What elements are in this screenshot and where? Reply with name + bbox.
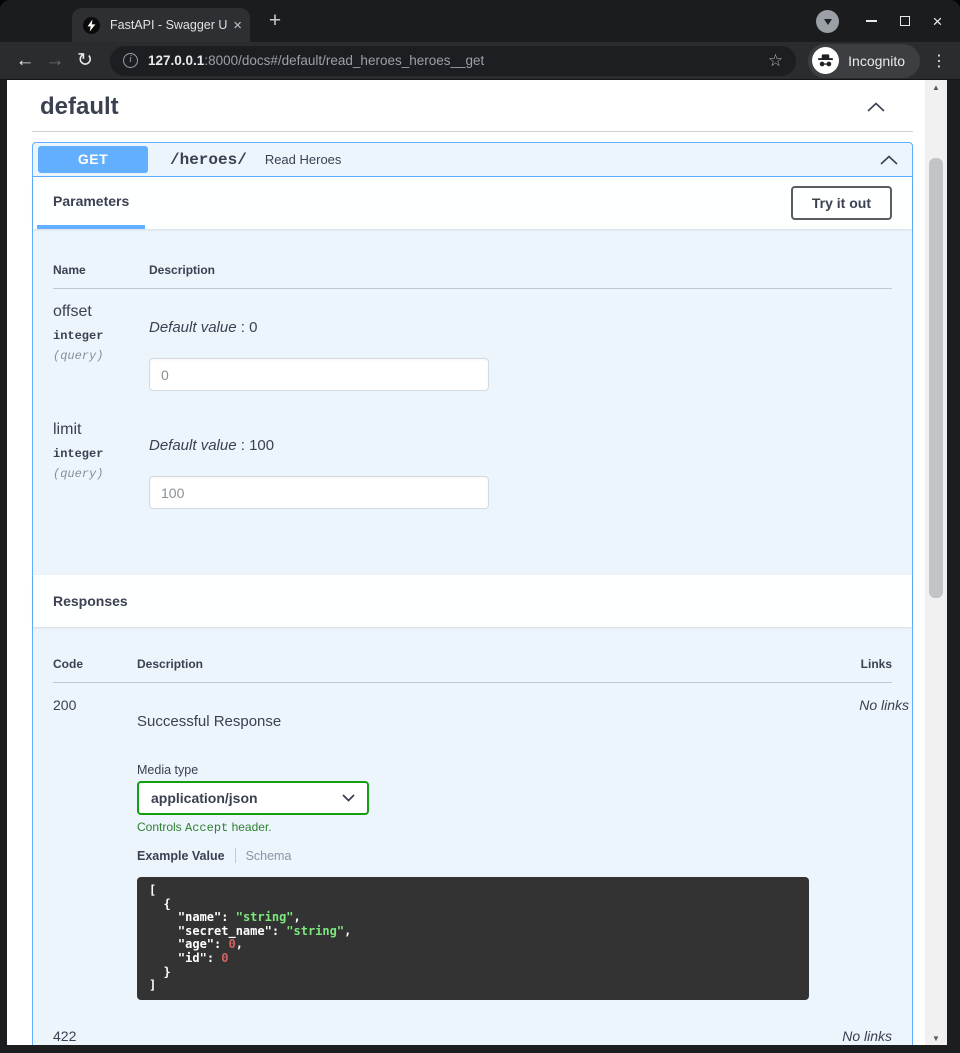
site-info-icon[interactable]: i [123, 53, 138, 68]
parameters-section-header: Parameters Try it out [33, 177, 912, 229]
param-location: (query) [53, 349, 149, 363]
operation-summary[interactable]: GET /heroes/ Read Heroes [33, 143, 912, 177]
param-default-value: Default value : 100 [149, 437, 892, 454]
new-tab-button[interactable]: + [262, 8, 288, 34]
browser-window: FastAPI - Swagger UI × + × ← → ↻ i 127.0… [0, 0, 960, 1053]
tab-parameters[interactable]: Parameters [37, 177, 145, 229]
tag-section-header[interactable]: default [32, 93, 913, 132]
browser-titlebar: FastAPI - Swagger UI × + × [0, 0, 960, 42]
parameters-table-header: Name Description [53, 229, 892, 289]
responses-section-header: Responses [33, 575, 912, 627]
browser-menu-button[interactable]: ⋮ [930, 51, 948, 71]
responses-table: Code Description Links 200 Successful Re… [33, 627, 912, 1045]
media-type-label: Media type [137, 763, 809, 777]
responses-table-header: Code Description Links [53, 627, 892, 683]
param-default-value: Default value : 0 [149, 319, 892, 336]
accept-header-note: Controls Accept header. [137, 820, 809, 835]
operation-path: /heroes/ [170, 151, 247, 169]
incognito-badge: Incognito [808, 44, 920, 78]
window-frame-bottom [0, 1045, 960, 1053]
chevron-up-icon[interactable] [867, 102, 885, 112]
response-row-200: 200 Successful Response Media type appli… [53, 683, 892, 1014]
chevron-up-icon [880, 155, 898, 165]
param-location: (query) [53, 467, 149, 481]
param-input-limit[interactable] [149, 476, 489, 509]
response-links: No links [792, 1028, 892, 1045]
window-close-button[interactable]: × [921, 0, 954, 42]
response-code: 422 [53, 1028, 137, 1045]
tag-title: default [40, 93, 119, 121]
response-links: No links [809, 697, 909, 1000]
param-input-offset[interactable] [149, 358, 489, 391]
browser-toolbar: ← → ↻ i 127.0.0.1:8000/docs#/default/rea… [0, 42, 960, 80]
response-row-422: 422 Validation Error No links [53, 1014, 892, 1045]
window-controls: × [816, 0, 954, 42]
operation-summary-text: Read Heroes [265, 152, 342, 167]
incognito-icon [812, 47, 839, 74]
param-name: limit [53, 421, 149, 439]
tab-close-icon[interactable]: × [233, 18, 242, 33]
window-frame-right [947, 80, 960, 1045]
minimize-button[interactable] [855, 0, 888, 42]
scrollbar-thumb[interactable] [929, 158, 943, 598]
reload-button[interactable]: ↻ [70, 46, 100, 76]
browser-tab[interactable]: FastAPI - Swagger UI × [72, 8, 250, 42]
bookmark-star-icon[interactable]: ☆ [768, 51, 783, 71]
address-bar[interactable]: i 127.0.0.1:8000/docs#/default/read_hero… [110, 46, 796, 76]
tab-schema[interactable]: Schema [246, 849, 292, 863]
incognito-label: Incognito [848, 53, 905, 69]
page-scrollbar: ▲ ▼ [925, 80, 947, 1045]
tab-divider [235, 848, 236, 863]
param-type: integer [53, 447, 149, 461]
media-type-select[interactable]: application/json [137, 781, 369, 815]
param-row-offset: offset integer (query) Default value : 0 [53, 289, 892, 407]
param-row-limit: limit integer (query) Default value : 10… [53, 407, 892, 525]
responses-title: Responses [53, 593, 128, 609]
response-description: Successful Response [137, 713, 809, 730]
maximize-icon [900, 16, 910, 26]
collapse-operation-button[interactable] [880, 155, 898, 165]
fastapi-favicon-icon [83, 17, 100, 34]
chevron-down-icon [342, 794, 355, 802]
forward-button[interactable]: → [40, 46, 70, 76]
opblock-get-heroes: GET /heroes/ Read Heroes Parameters Try … [32, 142, 913, 1045]
example-tabs: Example Value Schema [137, 848, 809, 863]
param-name: offset [53, 303, 149, 321]
tab-example-value[interactable]: Example Value [137, 849, 225, 863]
example-code-block: [ { "name": "string", "secret_name": "st… [137, 877, 809, 1000]
try-it-out-button[interactable]: Try it out [791, 186, 892, 220]
back-button[interactable]: ← [10, 46, 40, 76]
tab-search-button[interactable] [816, 10, 839, 33]
minimize-icon [866, 20, 877, 22]
column-description: Description [149, 263, 892, 277]
swagger-page: default GET /heroes/ Read Heroes Paramet… [7, 80, 925, 1045]
response-description: Validation Error [137, 1044, 792, 1045]
media-type-value: application/json [151, 790, 258, 806]
scroll-down-arrow-icon[interactable]: ▼ [925, 1031, 947, 1045]
column-code: Code [53, 657, 137, 671]
column-description: Description [137, 657, 792, 671]
url-text: 127.0.0.1:8000/docs#/default/read_heroes… [148, 53, 484, 68]
scroll-up-arrow-icon[interactable]: ▲ [925, 80, 947, 94]
response-code: 200 [53, 697, 137, 1000]
parameters-table: Name Description offset integer (query) … [33, 229, 912, 575]
http-method-badge: GET [38, 146, 148, 173]
column-name: Name [53, 263, 149, 277]
tab-title: FastAPI - Swagger UI [110, 18, 227, 32]
column-links: Links [792, 657, 892, 671]
caret-down-icon [824, 19, 832, 25]
param-type: integer [53, 329, 149, 343]
maximize-button[interactable] [888, 0, 921, 42]
